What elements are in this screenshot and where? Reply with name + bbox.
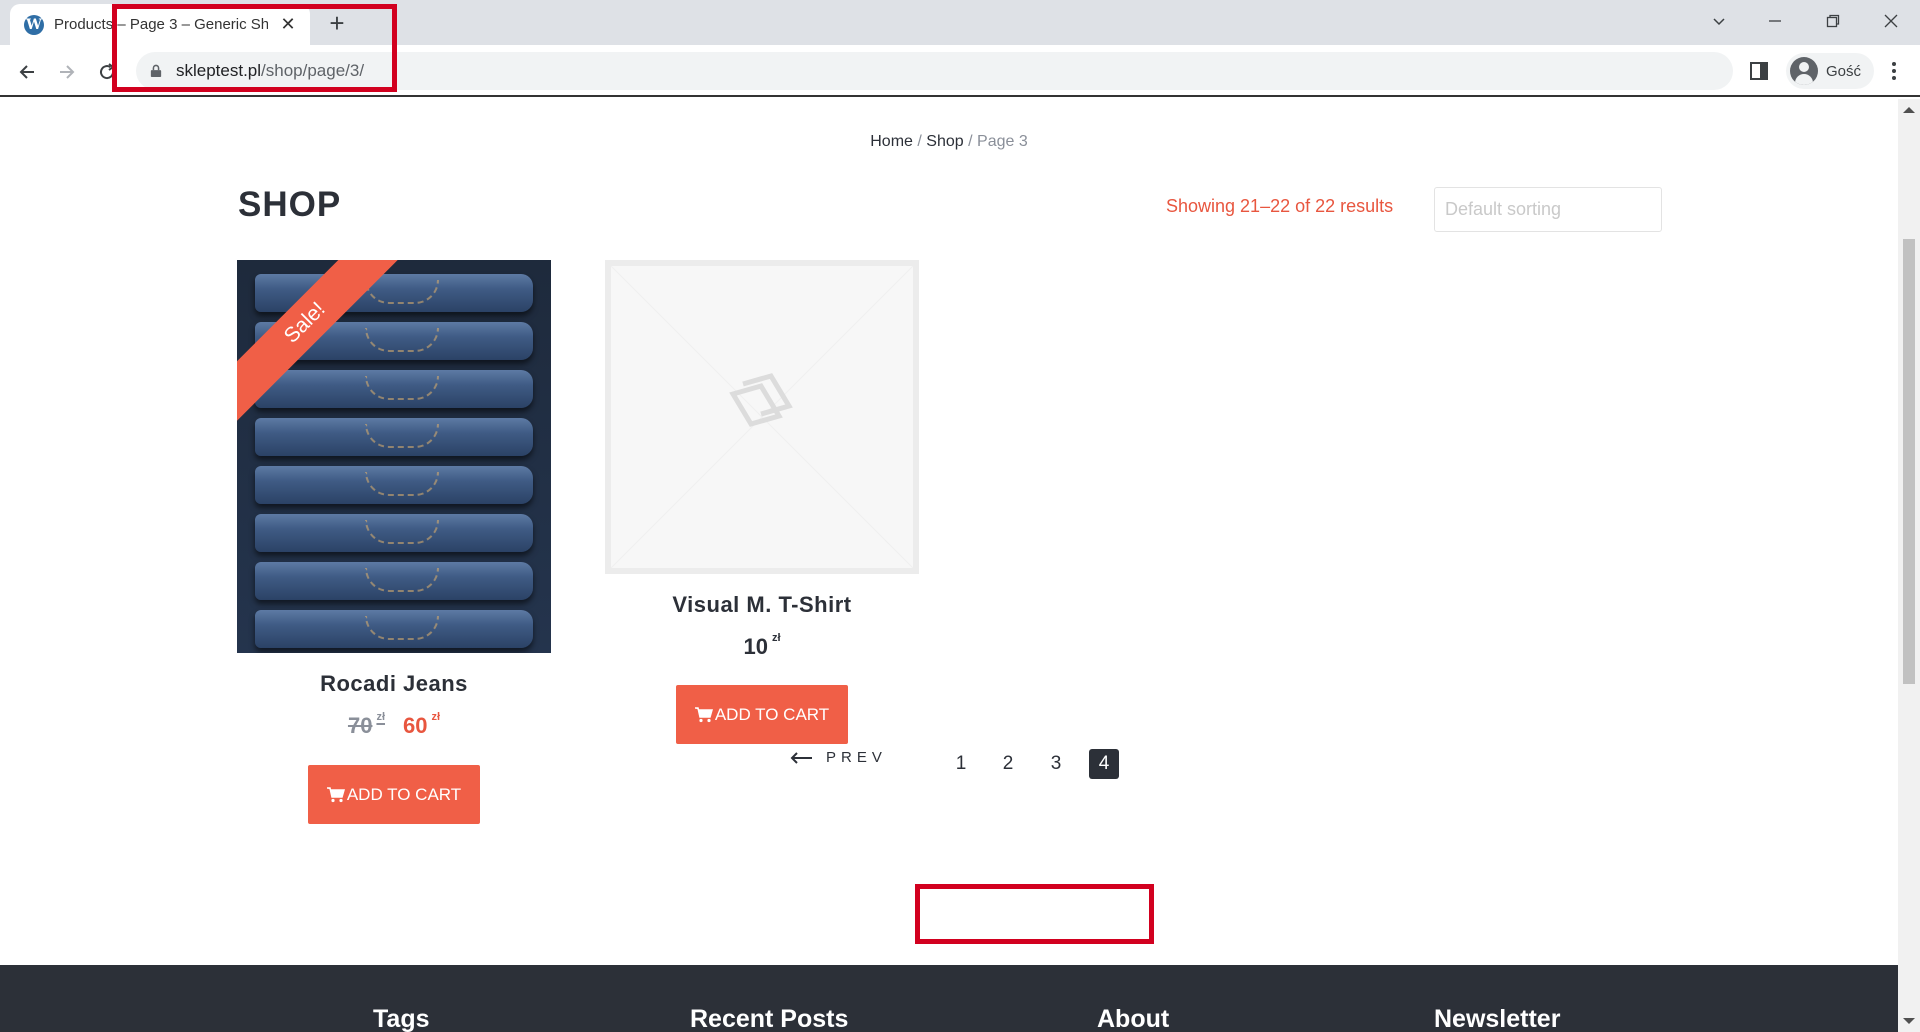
sale-price: 60 zł (403, 711, 441, 738)
add-to-cart-button[interactable]: ADD TO CART (676, 685, 848, 744)
footer-heading-recent-posts: Recent Posts (690, 1005, 849, 1032)
product-card-visual-m-tshirt: Visual M. T-Shirt 10 zł (605, 260, 919, 660)
back-button[interactable] (12, 57, 42, 87)
add-to-cart-label: ADD TO CART (346, 784, 462, 804)
old-price: 70 zł (347, 711, 385, 738)
footer-heading-tags: Tags (373, 1005, 430, 1032)
product-price: 70 zł 60 zł (237, 711, 551, 739)
breadcrumb-separator: / (968, 133, 973, 150)
cart-icon (326, 786, 345, 802)
new-tab-button[interactable]: + (322, 8, 352, 38)
footer-heading-about: About (1097, 1005, 1170, 1032)
close-tab-icon[interactable]: ✕ (278, 14, 298, 35)
breadcrumb-current: Page 3 (977, 133, 1028, 150)
breadcrumb-shop[interactable]: Shop (926, 133, 963, 150)
reload-icon (100, 63, 115, 80)
placeholder-image-icon (611, 266, 913, 568)
product-image[interactable]: Sale! (237, 260, 551, 653)
breadcrumb-separator: / (917, 133, 922, 150)
lock-icon (150, 63, 164, 79)
prev-label: PREV (826, 749, 887, 766)
side-panel-icon (1750, 62, 1768, 80)
pagination-page-3[interactable]: 3 (1041, 749, 1071, 779)
add-to-cart-button[interactable]: ADD TO CART (308, 765, 480, 824)
cart-icon (694, 706, 713, 722)
profile-name: Gość (1826, 62, 1862, 80)
chevron-down-icon (1713, 18, 1725, 26)
footer-heading-newsletter: Newsletter (1434, 1005, 1561, 1032)
add-to-cart-label: ADD TO CART (714, 704, 830, 724)
pagination-page-1[interactable]: 1 (946, 749, 976, 779)
arrow-left-icon (790, 751, 812, 764)
web-page: Home / Shop / Page 3 SHOP Showing 21–22 … (0, 99, 1898, 1032)
pagination-page-2[interactable]: 2 (993, 749, 1023, 779)
minimize-icon (1769, 20, 1781, 22)
tab-title: Products – Page 3 – Generic Shop (54, 16, 268, 33)
profile-button[interactable]: Gość (1786, 53, 1874, 89)
arrow-right-icon (60, 65, 75, 79)
pagination-page-current[interactable]: 4 (1089, 749, 1119, 779)
url-path: /shop/page/3/ (261, 61, 365, 80)
avatar (1790, 57, 1818, 85)
restore-icon (1826, 14, 1840, 28)
scroll-up-icon[interactable] (1903, 107, 1915, 113)
browser-toolbar: skleptest.pl/shop/page/3/ Gość (0, 45, 1920, 97)
browser-menu-button[interactable] (1884, 58, 1904, 84)
forward-button[interactable] (52, 57, 82, 87)
reload-button[interactable] (92, 57, 122, 87)
result-count: Showing 21–22 of 22 results (1166, 196, 1394, 216)
tab-search-button[interactable] (1696, 6, 1742, 36)
address-bar[interactable]: skleptest.pl/shop/page/3/ (136, 52, 1733, 90)
breadcrumb: Home / Shop / Page 3 (0, 133, 1898, 151)
minimize-button[interactable] (1752, 6, 1798, 36)
breadcrumb-home[interactable]: Home (870, 133, 913, 150)
browser-tabstrip: W Products – Page 3 – Generic Shop ✕ + (0, 0, 1920, 45)
site-footer: Tags Recent Posts About Newsletter (0, 965, 1898, 1032)
product-name[interactable]: Visual M. T-Shirt (605, 592, 919, 618)
close-window-button[interactable] (1868, 6, 1914, 36)
close-icon (1884, 14, 1898, 28)
page-title: SHOP (238, 185, 342, 224)
product-card-rocadi-jeans: Sale! Rocadi Jeans 70 zł 60 zł (237, 260, 551, 739)
product-image-placeholder[interactable] (605, 260, 919, 574)
product-name[interactable]: Rocadi Jeans (237, 671, 551, 697)
url-domain: skleptest.pl (176, 61, 262, 80)
sort-select[interactable]: Default sorting (1434, 187, 1662, 232)
scroll-down-icon[interactable] (1903, 1018, 1915, 1024)
product-price: 10 zł (743, 632, 781, 659)
arrow-left-icon (19, 65, 34, 79)
page-scrollbar[interactable] (1898, 99, 1920, 1032)
wordpress-icon: W (24, 14, 44, 35)
restore-button[interactable] (1810, 6, 1856, 36)
side-panel-button[interactable] (1748, 60, 1770, 82)
pagination-prev[interactable]: PREV (790, 749, 887, 766)
scroll-thumb[interactable] (1903, 239, 1915, 684)
browser-tab[interactable]: W Products – Page 3 – Generic Shop ✕ (10, 4, 310, 45)
url-text: skleptest.pl/shop/page/3/ (176, 61, 364, 81)
